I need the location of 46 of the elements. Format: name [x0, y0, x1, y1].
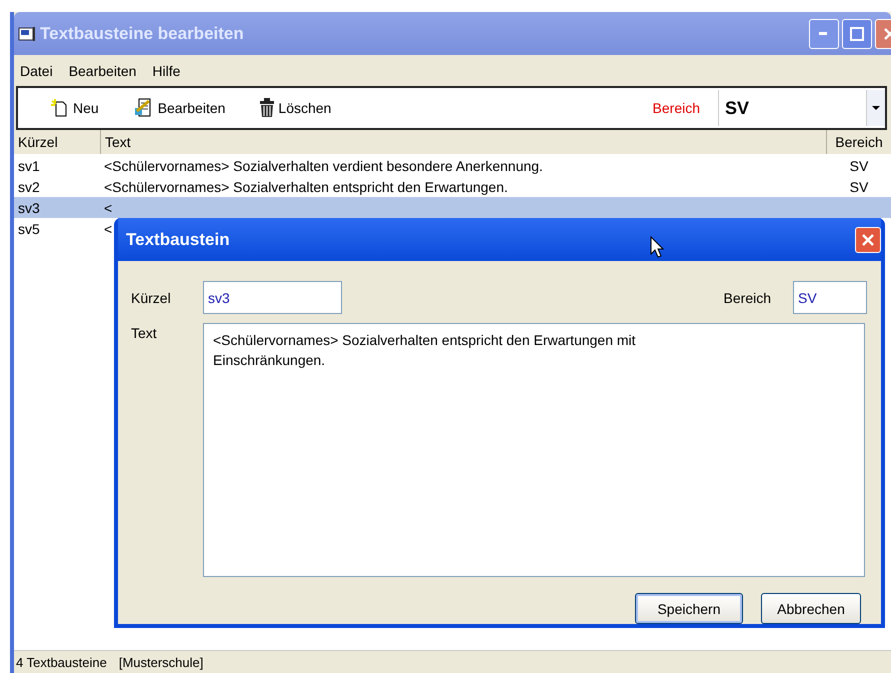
minimize-icon — [819, 32, 829, 36]
table-row[interactable]: sv2 <Schülervornames> Sozialverhalten entspricht den Erwartungen. SV — [14, 176, 891, 197]
app-icon — [18, 26, 36, 42]
table-row[interactable]: sv3 < — [14, 197, 891, 218]
status-text: 4 Textbausteine — [16, 654, 107, 670]
field-label: Kürzel — [131, 290, 172, 306]
dropdown-arrow-icon — [872, 106, 880, 110]
toolbar-button[interactable]: Löschen — [257, 96, 334, 120]
dialog-button[interactable]: Speichern — [635, 593, 743, 624]
table-row[interactable]: sv1 <Schülervornames> Sozialverhalten verdient besondere Anerkennung. SV — [14, 155, 891, 176]
table-cell: sv2 — [18, 178, 40, 194]
status-text: [Musterschule] — [118, 654, 204, 670]
toolbar-button[interactable]: Bearbeiten — [130, 96, 228, 120]
window-title: Textbausteine bearbeiten — [40, 24, 244, 44]
close-button[interactable] — [855, 226, 881, 252]
text-area[interactable]: <Schülervornames> Sozialverhalten entspricht den Erwartungen mit Einschränkungen. — [203, 323, 865, 577]
mouse-pointer-icon — [650, 236, 664, 258]
area-field[interactable]: SV — [793, 281, 867, 314]
field-label: Bereich — [724, 290, 771, 306]
area-dropdown[interactable]: SV — [718, 90, 885, 126]
column-header[interactable]: Kürzel — [14, 130, 101, 154]
table-cell: sv1 — [18, 158, 40, 174]
trash-icon — [259, 98, 276, 118]
table-cell: <Schülervornames> Sozialverhalten entspricht den Erwartungen. — [104, 178, 508, 194]
filter-label: Bereich — [652, 100, 700, 116]
table-cell: < — [104, 220, 112, 236]
table-cell: sv3 — [18, 200, 40, 216]
menu-item[interactable]: Bearbeiten — [66, 62, 150, 78]
toolbar-button[interactable]: Neu — [48, 97, 101, 119]
table-cell: <Schülervornames> Sozialverhalten verdient besondere Anerkennung. — [104, 158, 543, 174]
dialog-button[interactable]: Abbrechen — [761, 593, 861, 624]
field-label: Text — [131, 324, 158, 343]
minimize-button[interactable] — [809, 18, 839, 48]
table-cell: SV — [850, 178, 868, 194]
menu-item[interactable]: Hilfe — [150, 62, 194, 78]
table-cell: < — [104, 200, 112, 216]
maximize-icon — [850, 26, 864, 40]
menu-item[interactable]: Datei — [18, 62, 67, 78]
column-header[interactable]: Text — [101, 130, 827, 154]
abbreviation-field[interactable]: sv3 — [203, 281, 342, 314]
table-cell: SV — [850, 158, 868, 174]
table-cell: sv5 — [18, 220, 40, 236]
dialog-title: Textbaustein — [125, 230, 230, 250]
column-header[interactable]: Bereich — [827, 130, 891, 154]
maximize-button[interactable] — [842, 18, 872, 48]
close-icon — [862, 234, 874, 246]
